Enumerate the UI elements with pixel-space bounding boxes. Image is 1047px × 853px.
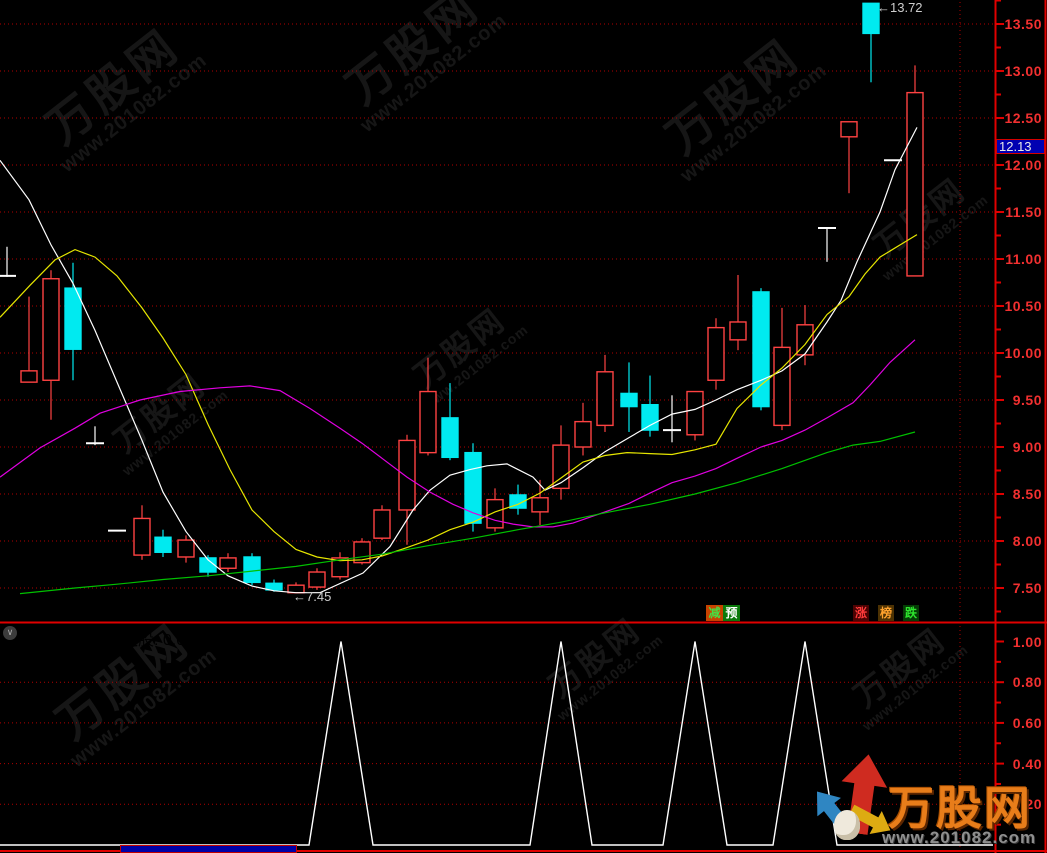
indicator-param-value: 选股: 0.00 xyxy=(122,626,194,650)
yu-label: 预 xyxy=(723,605,740,621)
price-tick-label: 10.00 xyxy=(998,345,1042,361)
candle-body xyxy=(266,583,282,590)
button-rank[interactable]: 榜 xyxy=(878,605,894,621)
candle-body xyxy=(487,500,503,528)
indicator-title[interactable]: 金银满贯副图 xyxy=(21,626,117,650)
low-price-label: ←7.45 xyxy=(293,589,331,604)
candle-body xyxy=(575,422,591,447)
candle-body xyxy=(841,122,857,137)
logo-ball-icon xyxy=(834,810,860,840)
candle-body xyxy=(687,392,703,435)
current-price-marker: 12.13 xyxy=(996,139,1045,154)
candle-body xyxy=(21,371,37,382)
price-tick-label: 8.00 xyxy=(998,533,1042,549)
jian-label: 减 xyxy=(706,605,723,621)
candle-body xyxy=(65,288,81,349)
partial-tooltip xyxy=(120,845,297,853)
indicator-tick-label: 1.00 xyxy=(998,634,1042,650)
price-tick-label: 11.50 xyxy=(998,204,1042,220)
button-rise[interactable]: 涨 xyxy=(853,605,869,621)
price-tick-label: 12.50 xyxy=(998,110,1042,126)
candle-body xyxy=(399,440,415,510)
collapse-chevron-icon[interactable]: ∨ xyxy=(3,626,17,640)
price-tick-label: 7.50 xyxy=(998,580,1042,596)
site-logo: 万股网 www.201082.com xyxy=(818,748,1047,853)
candle-body xyxy=(642,405,658,430)
candle-body xyxy=(43,279,59,381)
price-tick-label: 10.50 xyxy=(998,298,1042,314)
price-tick-label: 8.50 xyxy=(998,486,1042,502)
price-tick-label: 9.00 xyxy=(998,439,1042,455)
price-tick-label: 11.00 xyxy=(998,251,1042,267)
candle-body xyxy=(442,418,458,457)
candle-body xyxy=(621,393,637,406)
candle-body xyxy=(597,372,613,426)
alert-button-jianyu[interactable]: 减 预 xyxy=(706,605,740,621)
candle-body xyxy=(907,93,923,276)
candle-body xyxy=(730,322,746,340)
price-tick-label: 12.00 xyxy=(998,157,1042,173)
candle-body xyxy=(178,540,194,557)
candle-body xyxy=(774,347,790,425)
candle-body xyxy=(708,328,724,381)
indicator-tick-label: 0.80 xyxy=(998,674,1042,690)
indicator-tick-label: 0.60 xyxy=(998,715,1042,731)
price-tick-label: 13.50 xyxy=(998,16,1042,32)
candle-body xyxy=(753,292,769,407)
stock-app-screen: 万股网 www.201082.com 万股网 www.201082.com 万股… xyxy=(0,0,1047,853)
candle-body xyxy=(374,510,390,538)
candle-body xyxy=(134,518,150,555)
site-logo-url: www.201082.com xyxy=(882,828,1036,848)
chart-canvas xyxy=(0,0,1047,853)
candle-body xyxy=(420,392,436,453)
candle-body xyxy=(155,537,171,552)
button-fall[interactable]: 跌 xyxy=(903,605,919,621)
price-tick-label: 9.50 xyxy=(998,392,1042,408)
price-tick-label: 13.00 xyxy=(998,63,1042,79)
high-price-label: ←13.72 xyxy=(877,0,923,15)
candle-body xyxy=(244,557,260,582)
candle-body xyxy=(220,558,236,568)
candle-body xyxy=(532,498,548,512)
candle-body xyxy=(309,572,325,587)
